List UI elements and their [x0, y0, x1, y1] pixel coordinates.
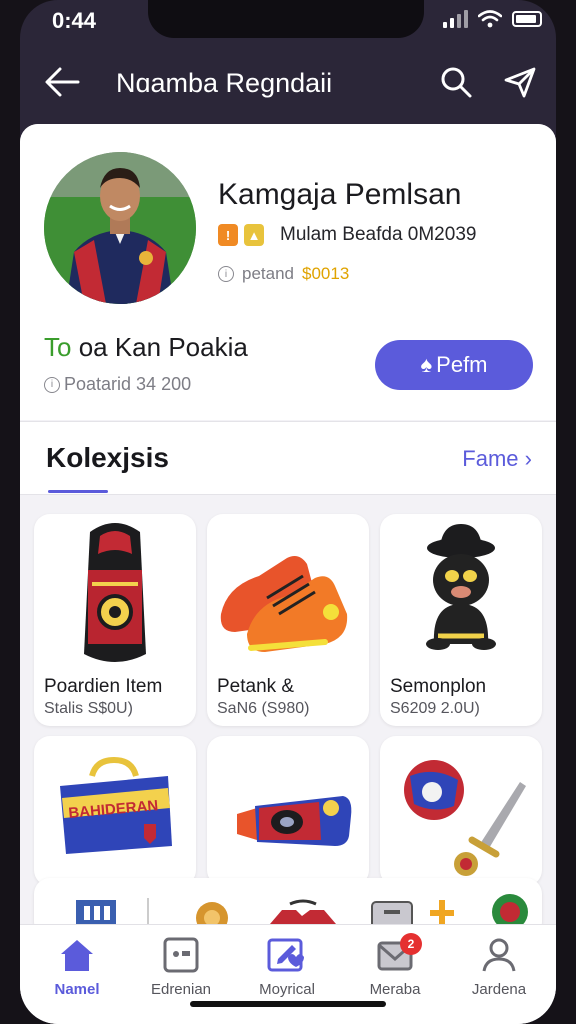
points-row: i petand $0013	[218, 264, 349, 284]
page-title: Nɑamba Regndaii	[116, 68, 333, 98]
item-name: Semonplon	[390, 676, 487, 697]
see-more-link[interactable]: Fame ›	[462, 446, 532, 472]
app-bar: Nɑamba Regndaii	[20, 50, 556, 114]
tab-underline	[48, 490, 108, 493]
nav-label: Namel	[54, 981, 100, 998]
favorite-team-name: oa Kan Poakia	[71, 332, 248, 362]
status-time: 0:44	[52, 8, 97, 33]
ball-and-sword-icon	[404, 760, 526, 876]
verified-badge-icon: !	[218, 224, 238, 246]
follow-button[interactable]: ♠ Pefm	[375, 340, 533, 390]
collection-title: Kolexjsis	[46, 442, 169, 473]
chevron-right-icon: ›	[524, 446, 532, 471]
avatar	[44, 152, 196, 304]
points-label: petand	[242, 264, 294, 283]
nav-item-edit[interactable]: Moyrical	[242, 937, 332, 998]
bottom-nav: Namel Edrenian Moyrical 2 Meraba Jardena	[20, 924, 556, 1024]
flame-icon: ♠	[420, 352, 433, 377]
collection-item[interactable]	[380, 736, 542, 886]
favorite-team-line: To oa Kan Poakia	[44, 332, 248, 363]
profile-meta: ! ▲ Mulam Beafda 0M2039	[218, 224, 476, 246]
boots-icon	[220, 556, 348, 652]
profile-name: Kamgaja Pemlsan	[218, 178, 462, 211]
collection-item[interactable]: Petank & SaN6 (S980)	[207, 514, 369, 726]
profile-icon	[482, 938, 516, 972]
item-price: SaN6 (S980)	[217, 700, 310, 717]
favorite-prefix: To	[44, 332, 72, 362]
collection-item[interactable]: BAHIDERAN	[34, 736, 196, 886]
item-name: Poardien Item	[44, 676, 163, 697]
jersey-icon	[270, 899, 336, 924]
nav-label: Edrenian	[150, 981, 212, 998]
stats-text: Poatarid 34 200	[64, 374, 192, 394]
nav-label: Jardena	[471, 981, 527, 998]
stats-line: i Poatarid 34 200	[44, 374, 191, 395]
nav-label: Meraba	[369, 981, 421, 998]
item-name: Petank &	[217, 676, 295, 697]
nav-item-profile[interactable]: Jardena	[454, 937, 544, 998]
notification-badge: 2	[400, 933, 422, 955]
profile-section: Kamgaja Pemlsan ! ▲ Mulam Beafda 0M2039 …	[20, 124, 556, 420]
nav-label: Moyrical	[259, 981, 315, 998]
points-value: $0013	[302, 264, 350, 283]
home-icon	[61, 940, 93, 971]
gadget-icon	[237, 796, 352, 846]
gallery-icon	[163, 937, 199, 973]
bag-icon: BAHIDERAN	[60, 756, 172, 854]
nav-item-home[interactable]: Namel	[32, 937, 122, 998]
search-icon[interactable]	[438, 64, 474, 100]
status-icons	[443, 10, 542, 28]
item-price: S6209 2.0U)	[390, 700, 480, 717]
collection-item[interactable]: Poardien Item Stalis S$0U)	[34, 514, 196, 726]
rank-badge-icon: ▲	[244, 224, 264, 246]
mascot-figure-icon	[426, 524, 496, 650]
collection-header: Kolexjsis Fame ›	[20, 421, 556, 495]
info-icon: i	[44, 376, 60, 393]
nav-item-messages[interactable]: 2 Meraba	[350, 933, 440, 998]
phone-frame: 0:44 Nɑamba Regndaii Kamgaja Pemlsan ! ▲…	[20, 0, 556, 1024]
collection-item[interactable]	[207, 736, 369, 886]
content-card: Kamgaja Pemlsan ! ▲ Mulam Beafda 0M2039 …	[20, 124, 556, 1024]
wifi-icon	[478, 10, 502, 28]
see-more-label: Fame	[462, 446, 519, 471]
scarf-icon	[84, 523, 146, 662]
follow-button-label: Pefm	[436, 352, 488, 377]
edit-heart-icon	[267, 938, 304, 972]
info-icon: i	[218, 266, 234, 282]
collection-item[interactable]: Semonplon S6209 2.0U)	[380, 514, 542, 726]
battery-icon	[512, 11, 542, 27]
home-indicator	[190, 1001, 386, 1007]
arrow-left-icon[interactable]	[42, 64, 82, 100]
camera-notch	[148, 0, 424, 38]
profile-meta-text: Mulam Beafda 0M2039	[280, 224, 477, 245]
nav-item-gallery[interactable]: Edrenian	[136, 937, 226, 998]
item-price: Stalis S$0U)	[44, 700, 133, 717]
send-icon[interactable]	[502, 64, 538, 100]
signal-icon	[443, 10, 468, 28]
